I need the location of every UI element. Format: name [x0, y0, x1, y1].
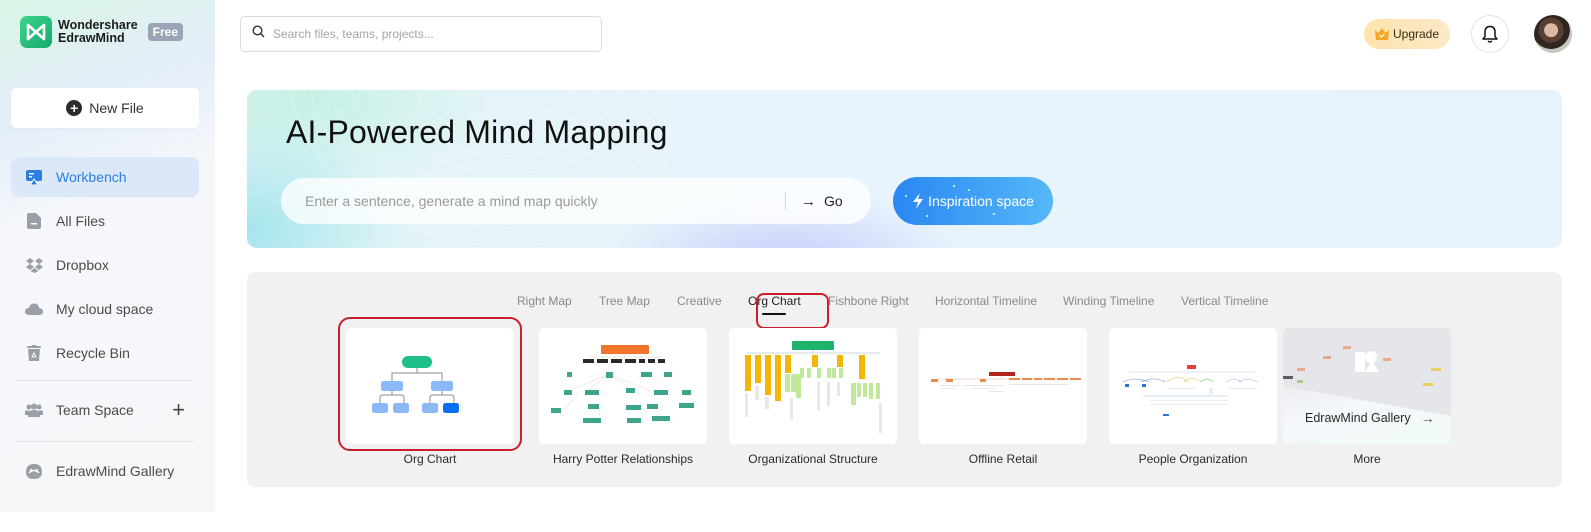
template-label[interactable]: More	[1272, 452, 1462, 466]
template-label[interactable]: Harry Potter Relationships	[528, 452, 718, 466]
search-icon	[252, 25, 265, 43]
sidebar-divider	[16, 380, 194, 381]
trash-icon	[25, 344, 43, 362]
template-card-offline-retail[interactable]	[919, 328, 1087, 444]
add-team-button[interactable]: +	[172, 397, 185, 423]
bell-icon	[1482, 25, 1498, 43]
template-card-harry-potter[interactable]	[539, 328, 707, 444]
sidebar-item-dropbox[interactable]: Dropbox	[11, 245, 199, 285]
notifications-button[interactable]	[1471, 15, 1509, 53]
template-card-people-organization[interactable]	[1109, 328, 1277, 444]
dropbox-icon	[25, 256, 43, 274]
templates-section: Right Map Tree Map Creative Org Chart Fi…	[247, 272, 1562, 487]
gallery-background-pattern	[1283, 328, 1451, 416]
template-card-org-chart[interactable]	[346, 328, 514, 444]
sparkle-dot	[905, 195, 907, 197]
tab-tree-map[interactable]: Tree Map	[599, 294, 650, 308]
brand-line-2: EdrawMind	[58, 31, 125, 45]
lightning-icon	[913, 193, 924, 209]
sidebar-divider	[16, 441, 194, 442]
user-avatar[interactable]	[1534, 15, 1572, 53]
sparkle-dot	[926, 215, 928, 217]
arrow-right-icon: →	[1420, 410, 1435, 426]
inspiration-space-button[interactable]: Inspiration space	[893, 177, 1053, 225]
file-icon	[25, 212, 43, 230]
sidebar-item-workbench[interactable]: Workbench	[11, 157, 199, 197]
org-chart-thumbnail	[372, 356, 459, 413]
sparkle-dot	[968, 189, 970, 191]
sidebar-item-label: Workbench	[56, 169, 127, 185]
input-separator	[785, 192, 786, 210]
tab-fishbone-right[interactable]: Fishbone Right	[828, 294, 909, 308]
go-button[interactable]: → Go	[801, 193, 843, 210]
workbench-icon	[25, 168, 43, 186]
brand-name: Wondershare EdrawMind	[58, 19, 138, 45]
upgrade-label: Upgrade	[1392, 27, 1440, 41]
upgrade-button[interactable]: Upgrade	[1364, 19, 1450, 49]
template-label[interactable]: Org Chart	[335, 452, 525, 466]
cloud-icon	[25, 300, 43, 318]
sidebar-item-gallery[interactable]: EdrawMind Gallery	[11, 451, 199, 491]
edrawmind-logo-icon	[20, 16, 52, 48]
sidebar-item-label: My cloud space	[56, 301, 154, 317]
plan-badge: Free	[147, 23, 184, 41]
tab-creative[interactable]: Creative	[677, 294, 722, 308]
sidebar-item-label: Dropbox	[56, 257, 109, 273]
harry-potter-thumbnail	[551, 345, 694, 423]
template-card-more-gallery[interactable]: EdrawMind Gallery →	[1283, 328, 1451, 444]
sidebar-item-label: Recycle Bin	[56, 345, 130, 361]
tab-right-map[interactable]: Right Map	[517, 294, 572, 308]
tab-vertical-timeline[interactable]: Vertical Timeline	[1181, 294, 1268, 308]
crown-icon	[1374, 28, 1389, 40]
new-file-label: New File	[89, 100, 144, 116]
ai-banner: AI-Powered Mind Mapping → Go Inspiration…	[247, 90, 1562, 248]
template-card-organizational-structure[interactable]	[729, 328, 897, 444]
organizational-structure-thumbnail	[745, 341, 882, 433]
template-label[interactable]: Organizational Structure	[718, 452, 908, 466]
team-icon	[25, 401, 43, 419]
sidebar-item-label: All Files	[56, 213, 106, 229]
app-logo[interactable]: Wondershare EdrawMind Free	[20, 16, 184, 48]
gallery-link[interactable]: EdrawMind Gallery →	[1305, 410, 1435, 426]
people-organization-thumbnail	[1122, 365, 1258, 416]
arrow-right-icon: →	[801, 192, 816, 210]
sidebar-item-label: EdrawMind Gallery	[56, 463, 175, 479]
search-input[interactable]	[273, 27, 573, 41]
sidebar-item-cloud-space[interactable]: My cloud space	[11, 289, 199, 329]
inspiration-label: Inspiration space	[928, 193, 1034, 209]
ai-prompt-input[interactable]	[305, 193, 785, 209]
template-label[interactable]: People Organization	[1098, 452, 1288, 466]
gallery-link-label: EdrawMind Gallery	[1305, 411, 1411, 425]
tab-winding-timeline[interactable]: Winding Timeline	[1063, 294, 1154, 308]
gallery-icon	[25, 462, 43, 480]
plus-circle-icon: +	[66, 100, 83, 116]
template-label[interactable]: Offline Retail	[908, 452, 1098, 466]
new-file-button[interactable]: + New File	[11, 88, 199, 128]
banner-title: AI-Powered Mind Mapping	[286, 114, 668, 150]
sidebar-item-team-space[interactable]: Team Space +	[11, 390, 199, 430]
sidebar-item-label: Team Space	[56, 402, 134, 418]
template-tabs: Right Map Tree Map Creative Org Chart Fi…	[247, 286, 1562, 329]
sidebar-item-all-files[interactable]: All Files	[11, 201, 199, 241]
sidebar-item-recycle-bin[interactable]: Recycle Bin	[11, 333, 199, 373]
gallery-logo-icon	[1355, 351, 1379, 372]
tab-horizontal-timeline[interactable]: Horizontal Timeline	[935, 294, 1037, 308]
ai-prompt-box[interactable]: → Go	[281, 178, 871, 224]
offline-retail-thumbnail	[931, 372, 1081, 392]
tab-org-chart[interactable]: Org Chart	[748, 294, 801, 308]
search-box[interactable]	[240, 16, 602, 52]
sparkle-dot	[993, 213, 995, 215]
go-label: Go	[824, 193, 843, 209]
sparkle-dot	[953, 185, 955, 187]
sidebar: Wondershare EdrawMind Free + New File Wo…	[0, 0, 215, 512]
